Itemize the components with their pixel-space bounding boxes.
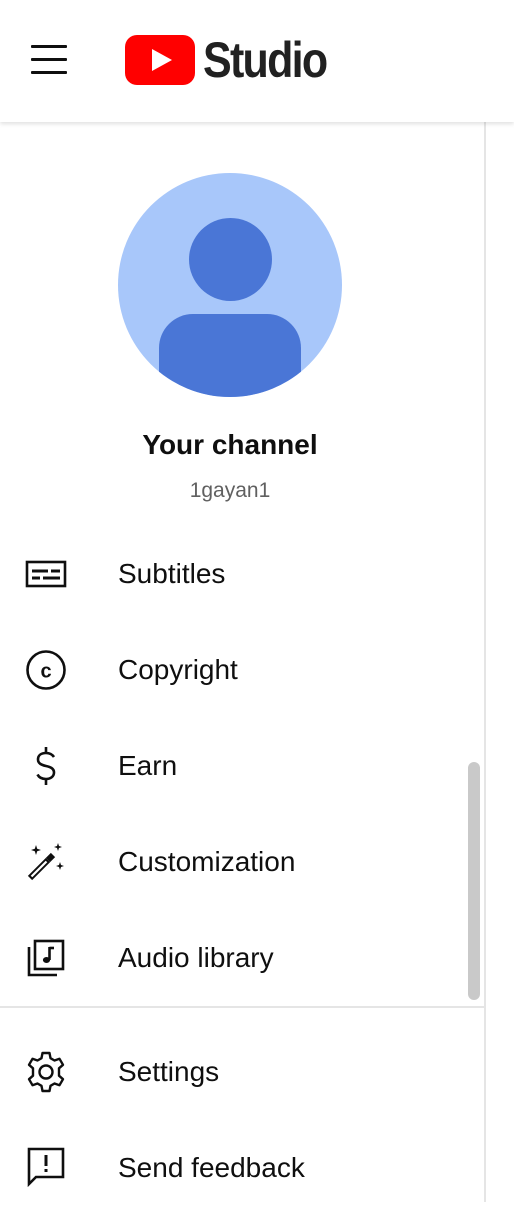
channel-avatar[interactable] [118,173,342,397]
feedback-icon [24,1146,68,1190]
hamburger-line [31,58,67,61]
sidebar-item-audio-library[interactable]: Audio library [0,910,484,1006]
channel-title[interactable]: Your channel [0,429,460,461]
subtitles-icon [24,552,68,596]
sidebar-item-label: Subtitles [118,558,226,589]
sidebar-item-copyright[interactable]: c Copyright [0,622,484,718]
svg-text:c: c [40,661,51,683]
sidebar-item-customization[interactable]: Customization [0,814,484,910]
logo-text: Studio [203,32,328,88]
gear-icon [24,1050,68,1094]
dollar-icon [24,744,68,788]
main-content [486,122,514,1202]
sidebar-item-earn[interactable]: Earn [0,718,484,814]
avatar-head [189,218,272,301]
sidebar-item-label: Customization [118,846,296,877]
youtube-studio-logo[interactable]: Studio [125,30,347,90]
sidebar-item-label: Audio library [118,942,274,973]
copyright-icon: c [24,648,68,692]
avatar-body [159,314,301,397]
sidebar-item-settings[interactable]: Settings [0,1024,484,1120]
sidebar: Your channel 1gayan1 Subtitles c Copyrig… [0,122,484,1202]
sidebar-item-subtitles[interactable]: Subtitles [0,526,484,622]
audio-library-icon [24,936,68,980]
section-divider [0,1006,484,1008]
menu-button[interactable] [18,30,82,90]
hamburger-line [31,71,67,74]
hamburger-line [31,45,67,48]
sidebar-scrollbar-thumb[interactable] [468,762,480,1000]
channel-handle: 1gayan1 [189,479,271,502]
youtube-play-icon [125,35,195,85]
sidebar-item-label: Earn [118,750,178,781]
sidebar-item-label: Copyright [118,654,238,685]
top-app-bar: Studio [0,0,514,122]
magic-wand-icon [24,840,68,884]
sidebar-item-label: Settings [118,1056,220,1087]
